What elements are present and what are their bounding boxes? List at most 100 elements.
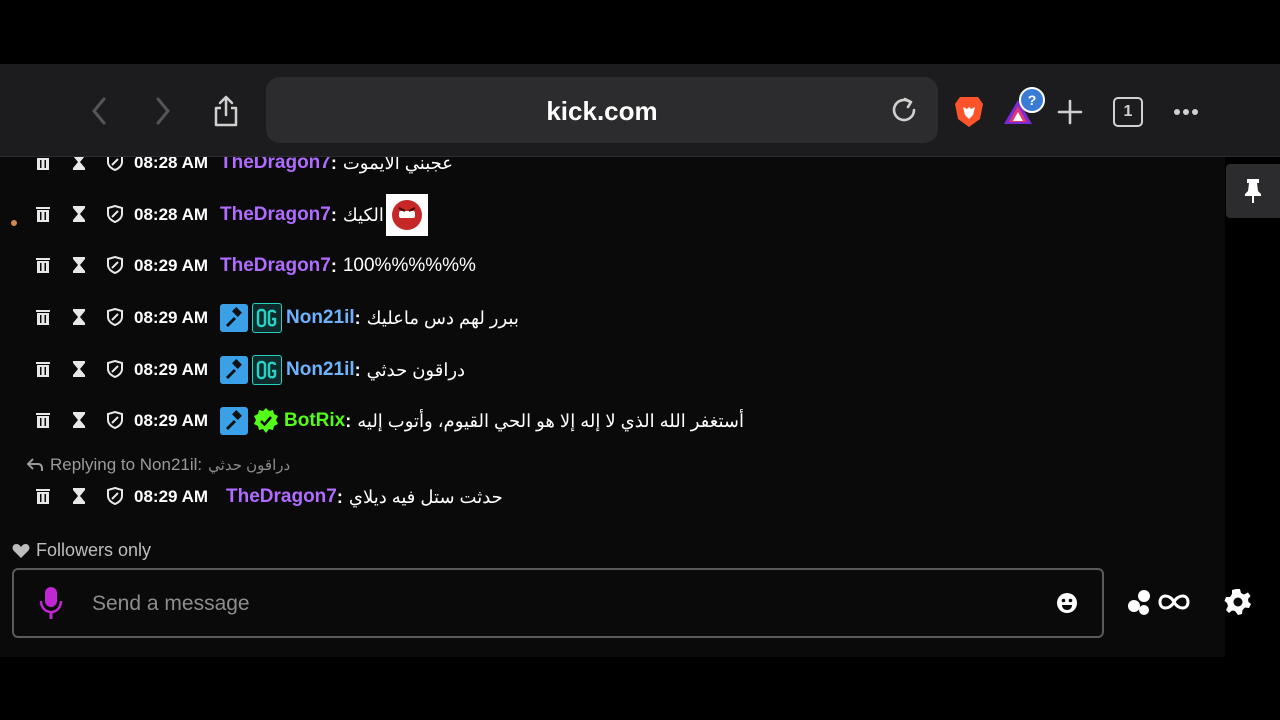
message-username[interactable]: TheDragon7: [220, 255, 331, 277]
share-icon: [214, 95, 238, 127]
share-button[interactable]: [209, 94, 243, 128]
gavel-icon: [225, 359, 242, 380]
more-menu-button[interactable]: [1166, 92, 1206, 132]
og-badge: [252, 355, 282, 385]
chevron-right-icon: [156, 97, 170, 125]
shield-ban-icon[interactable]: [106, 487, 124, 505]
message-username[interactable]: TheDragon7: [226, 486, 337, 508]
message-text: 100%%%%%%: [342, 255, 476, 276]
message-line: Non21il: ببرر لهم دس ماعليك: [220, 303, 519, 333]
message-line: TheDragon7: حدثت ستل فيه ديلاي: [226, 486, 503, 508]
gavel-icon: [225, 307, 242, 328]
trash-icon[interactable]: [34, 411, 52, 429]
og-badge: [252, 303, 282, 333]
username-colon: :: [354, 307, 361, 328]
trash-icon[interactable]: [34, 487, 52, 505]
mod-actions: [34, 195, 134, 235]
message-timestamp: 08:29 AM: [134, 360, 209, 379]
microphone-icon[interactable]: [38, 586, 64, 620]
message-text: عجبني الايموت: [342, 157, 454, 173]
message-timestamp: 08:28 AM: [134, 157, 209, 172]
username-colon: :: [345, 410, 352, 431]
tab-count: 1: [1113, 97, 1143, 127]
reply-context[interactable]: Replying to Non21il: دراقون حدثي: [26, 455, 290, 475]
hourglass-icon[interactable]: [70, 411, 88, 429]
username-colon: :: [330, 204, 337, 225]
chat-message: 08:28 AM TheDragon7: الكيك: [0, 194, 1225, 236]
chevron-left-icon: [92, 97, 106, 125]
moderator-badge: [220, 304, 248, 332]
pin-message-button[interactable]: [1226, 164, 1280, 218]
forward-button[interactable]: [146, 94, 180, 128]
hourglass-icon[interactable]: [70, 360, 88, 378]
message-timestamp: 08:29 AM: [134, 487, 209, 506]
message-text: ببرر لهم دس ماعليك: [366, 307, 519, 328]
message-text: الكيك: [342, 204, 384, 225]
hourglass-icon[interactable]: [70, 308, 88, 326]
hourglass-icon[interactable]: [70, 256, 88, 274]
chat-settings-button[interactable]: [1224, 588, 1252, 621]
message-input[interactable]: [90, 588, 994, 620]
brave-lion-icon: [955, 97, 983, 127]
tabs-button[interactable]: 1: [1108, 92, 1148, 132]
points-infinity-icon: [1128, 590, 1190, 615]
shield-ban-icon[interactable]: [106, 256, 124, 274]
reload-icon[interactable]: [888, 94, 920, 126]
mod-actions: [34, 401, 134, 441]
heart-icon: [12, 543, 30, 558]
message-line: TheDragon7: 100%%%%%%: [220, 255, 476, 277]
hourglass-icon[interactable]: [70, 487, 88, 505]
message-input-box[interactable]: [12, 568, 1104, 638]
mod-actions: [34, 477, 134, 517]
username-colon: :: [336, 486, 343, 507]
new-tab-button[interactable]: [1050, 92, 1090, 132]
brave-shields-button[interactable]: [949, 92, 989, 132]
og-icon: [256, 360, 277, 380]
hourglass-icon[interactable]: [70, 157, 88, 171]
followers-only-label: Followers only: [36, 540, 152, 560]
shield-ban-icon[interactable]: [106, 157, 124, 171]
message-timestamp: 08:29 AM: [134, 256, 209, 275]
message-line: Non21il: دراقون حدثي: [220, 355, 465, 385]
message-line: BotRix: أستغفر الله الذي لا إله إلا هو ا…: [220, 407, 744, 435]
message-timestamp: 08:29 AM: [134, 411, 209, 430]
points-button[interactable]: [1126, 588, 1190, 621]
username-colon: :: [330, 255, 337, 276]
message-text: دراقون حدثي: [366, 359, 466, 380]
shield-ban-icon[interactable]: [106, 360, 124, 378]
reply-label: Replying to Non21il:: [50, 455, 203, 474]
verified-check-icon: [254, 408, 278, 433]
chat-message: 08:29 AM Non21il: دراقون حدثي: [0, 350, 1225, 390]
chat-message: 08:29 AM TheDragon7: 100%%%%%%: [0, 246, 1225, 286]
username-colon: :: [354, 359, 361, 380]
address-bar[interactable]: kick.com: [266, 77, 938, 143]
trash-icon[interactable]: [34, 205, 52, 223]
message-timestamp: 08:28 AM: [134, 205, 209, 224]
emote-image: [385, 194, 428, 236]
mod-actions: [34, 298, 134, 338]
back-button[interactable]: [82, 94, 116, 128]
verified-badge: [252, 407, 280, 435]
message-text: حدثت ستل فيه ديلاي: [348, 486, 503, 507]
trash-icon[interactable]: [34, 308, 52, 326]
shield-ban-icon[interactable]: [106, 411, 124, 429]
hourglass-icon[interactable]: [70, 205, 88, 223]
trash-icon[interactable]: [34, 157, 52, 171]
shield-ban-icon[interactable]: [106, 205, 124, 223]
chat-message: 08:28 AM TheDragon7: عجبني الايموت: [0, 157, 1225, 183]
trash-icon[interactable]: [34, 360, 52, 378]
trash-icon[interactable]: [34, 256, 52, 274]
message-username[interactable]: TheDragon7: [220, 157, 331, 174]
message-username[interactable]: TheDragon7: [220, 204, 331, 226]
message-username[interactable]: Non21il: [286, 307, 355, 329]
message-username[interactable]: Non21il: [286, 359, 355, 381]
emoji-icon[interactable]: [1056, 592, 1078, 614]
chat-message: 08:29 AM BotRix: أستغفر الله الذي لا إله…: [0, 401, 1225, 441]
gavel-icon: [225, 410, 242, 431]
url-text: kick.com: [546, 96, 658, 126]
browser-toolbar: kick.com ? 1: [0, 64, 1280, 157]
message-username[interactable]: BotRix: [284, 410, 345, 432]
shield-ban-icon[interactable]: [106, 308, 124, 326]
mod-actions: [34, 350, 134, 390]
mod-actions: [34, 157, 134, 183]
